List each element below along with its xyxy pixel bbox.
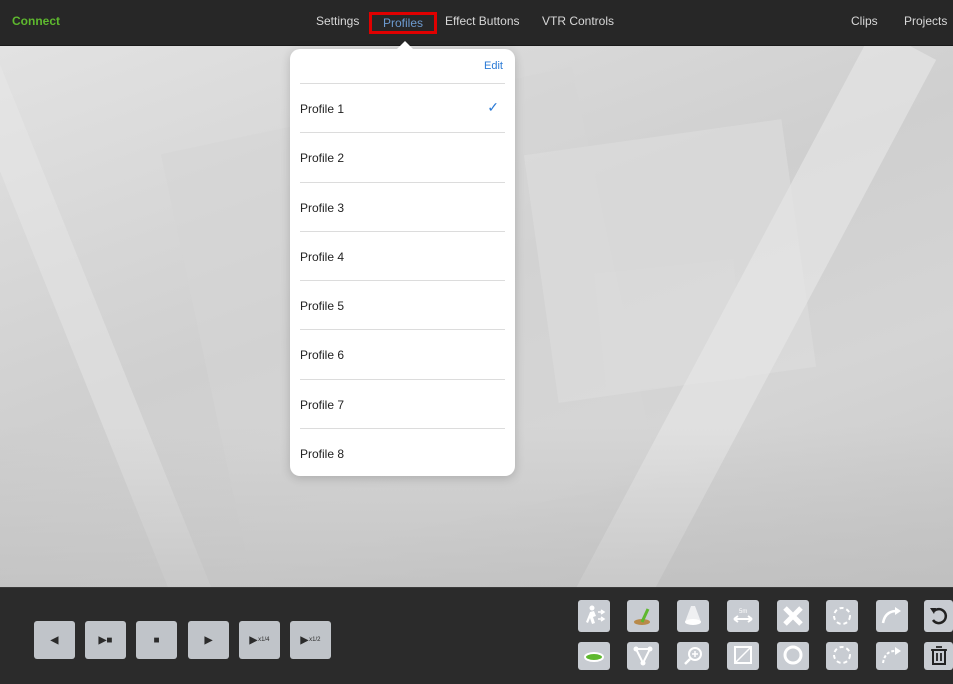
dashed-circle-button[interactable]: [826, 600, 858, 632]
ground-marker-icon: [634, 608, 650, 625]
undo-button[interactable]: [924, 600, 953, 632]
dashed-circle-icon: [833, 646, 851, 664]
projects-button[interactable]: Projects: [904, 14, 947, 28]
dashed-arrow-button[interactable]: [876, 642, 908, 670]
profile-label: Profile 2: [300, 151, 345, 166]
connect-triangle-button[interactable]: [627, 642, 659, 670]
bottom-toolbar: ◀ ▶■ ■ ▶ ▶ x1/4 ▶ x1/2 5m: [0, 587, 953, 684]
distance-label: 5m: [739, 609, 747, 615]
stop-icon: ■: [153, 634, 160, 646]
play-icon: ▶: [204, 634, 213, 646]
dashed-arrow-icon: [882, 647, 901, 664]
connect-triangle-icon: [633, 646, 653, 666]
slow-quarter-button[interactable]: ▶ x1/4: [239, 621, 280, 659]
spotlight-icon: [685, 606, 701, 625]
tab-profiles[interactable]: Profiles: [369, 12, 437, 34]
distance-button[interactable]: 5m: [727, 600, 759, 632]
top-nav-bar: Connect Settings Profiles Effect Buttons…: [0, 0, 953, 46]
clips-button[interactable]: Clips: [851, 14, 878, 28]
play-pause-button[interactable]: ▶■: [85, 621, 126, 659]
square-button[interactable]: [727, 642, 759, 670]
circle-ring-button[interactable]: [777, 642, 809, 670]
tab-effect-buttons[interactable]: Effect Buttons: [445, 14, 520, 28]
profile-label: Profile 8: [300, 447, 345, 462]
tab-vtr-controls[interactable]: VTR Controls: [542, 14, 614, 28]
popover-arrow: [396, 41, 414, 50]
speed-label: x1/4: [258, 637, 270, 643]
step-back-icon: ◀: [50, 634, 59, 646]
slow-half-button[interactable]: ▶ x1/2: [290, 621, 331, 659]
slow-half-icon: ▶: [300, 634, 309, 646]
app-root: Connect Settings Profiles Effect Buttons…: [0, 0, 953, 684]
profile-label: Profile 7: [300, 397, 345, 412]
profile-row-5[interactable]: Profile 5: [300, 280, 505, 329]
distance-5m-icon: 5m: [733, 609, 753, 623]
curved-arrow-button[interactable]: [876, 600, 908, 632]
profile-label: Profile 6: [300, 348, 345, 363]
dashed-circle-button-2[interactable]: [826, 642, 858, 670]
spotlight-button[interactable]: [677, 600, 709, 632]
green-disc-icon: [584, 652, 604, 662]
curved-arrow-icon: [881, 607, 901, 624]
player-move-button[interactable]: [578, 600, 610, 632]
profile-row-8[interactable]: Profile 8: [300, 428, 505, 477]
zoom-icon: [684, 647, 702, 665]
square-icon: [734, 646, 752, 664]
checkmark-icon: ✓: [487, 99, 499, 115]
circle-ring-icon: [783, 645, 803, 665]
profile-row-3[interactable]: Profile 3: [300, 181, 505, 231]
zoom-button[interactable]: [677, 642, 709, 670]
tab-settings[interactable]: Settings: [316, 14, 359, 28]
player-move-icon: [586, 605, 606, 624]
profile-list: Profile 1 ✓ Profile 2 Profile 3 Profile …: [300, 83, 505, 477]
profile-label: Profile 5: [300, 299, 345, 314]
profile-row-7[interactable]: Profile 7: [300, 378, 505, 428]
delete-button[interactable]: [777, 600, 809, 632]
profile-label: Profile 4: [300, 249, 345, 264]
undo-icon: [929, 607, 947, 625]
profile-row-4[interactable]: Profile 4: [300, 230, 505, 280]
profile-row-1[interactable]: Profile 1 ✓: [300, 83, 505, 132]
step-back-button[interactable]: ◀: [34, 621, 75, 659]
trash-icon: [930, 646, 947, 665]
play-pause-icon: ▶■: [98, 634, 113, 646]
profile-row-2[interactable]: Profile 2: [300, 132, 505, 181]
speed-label: x1/2: [309, 637, 321, 643]
profile-label: Profile 3: [300, 200, 345, 215]
trash-button[interactable]: [924, 642, 953, 670]
profiles-popover: Edit Profile 1 ✓ Profile 2 Profile 3 Pro…: [290, 41, 515, 477]
delete-x-icon: [783, 606, 803, 626]
edit-button[interactable]: Edit: [484, 60, 503, 72]
ground-marker-button[interactable]: [627, 600, 659, 632]
profile-row-6[interactable]: Profile 6: [300, 329, 505, 378]
dashed-circle-icon: [833, 607, 851, 625]
green-disc-button[interactable]: [578, 642, 610, 670]
connect-button[interactable]: Connect: [12, 14, 60, 28]
profile-label: Profile 1: [300, 102, 345, 116]
play-button[interactable]: ▶: [188, 621, 229, 659]
slow-quarter-icon: ▶: [249, 634, 258, 646]
stop-button[interactable]: ■: [136, 621, 177, 659]
